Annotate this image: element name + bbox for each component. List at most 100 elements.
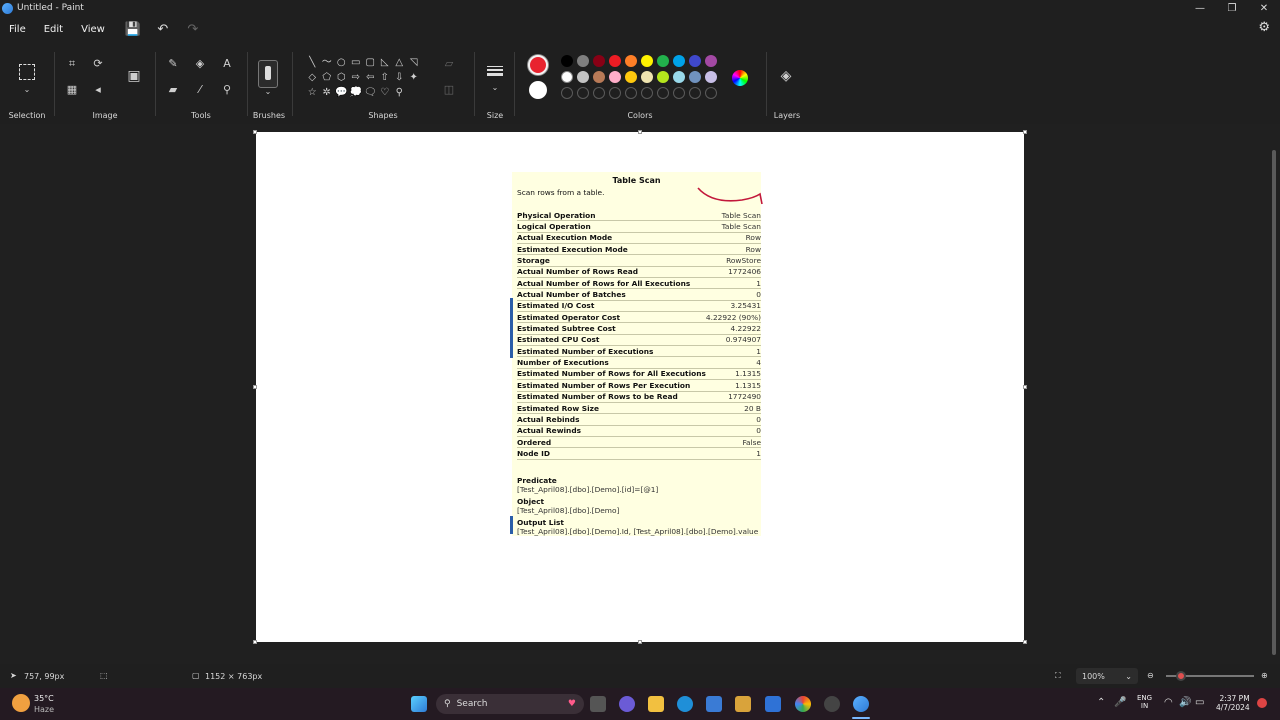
fit-to-window-icon[interactable]: ⛶ [1055, 671, 1061, 681]
rotate-icon[interactable]: ⟳ [91, 58, 105, 70]
selection-icon[interactable] [19, 64, 35, 80]
palette-color-swatch[interactable] [625, 71, 637, 83]
palette-color-swatch[interactable] [705, 55, 717, 67]
task-view-icon[interactable] [590, 696, 606, 712]
resize-handle[interactable] [638, 130, 642, 134]
redo-icon[interactable]: ↷ [178, 22, 208, 37]
chevron-down-icon[interactable]: ⌄ [20, 84, 34, 96]
resize-handle[interactable] [1023, 385, 1027, 389]
palette-color-swatch[interactable] [673, 71, 685, 83]
palette-color-swatch[interactable] [641, 71, 653, 83]
palette-color-swatch[interactable] [561, 71, 573, 83]
hexagon-shape-icon[interactable]: ⬡ [334, 71, 349, 84]
weather-temp[interactable]: 35°C [34, 694, 54, 703]
resize-handle[interactable] [253, 130, 257, 134]
four-point-star-shape-icon[interactable]: ✦ [407, 71, 422, 84]
secondary-color-swatch[interactable] [529, 81, 547, 99]
notification-badge-icon[interactable] [1257, 698, 1267, 708]
drawing-canvas[interactable]: Table Scan Scan rows from a table. Physi… [256, 132, 1024, 642]
volume-icon[interactable]: 🔊 [1179, 697, 1191, 708]
custom-color-empty-swatch[interactable] [657, 87, 669, 99]
minimize-button[interactable]: — [1184, 0, 1216, 16]
vertical-scrollbar[interactable] [1272, 150, 1276, 655]
text-icon[interactable]: A [220, 58, 234, 70]
palette-color-swatch[interactable] [593, 55, 605, 67]
palette-color-swatch[interactable] [625, 55, 637, 67]
chat-icon[interactable] [619, 696, 635, 712]
custom-color-empty-swatch[interactable] [625, 87, 637, 99]
rounded-rectangle-shape-icon[interactable]: ▢ [363, 56, 378, 69]
right-triangle-shape-icon[interactable]: ◹ [407, 56, 422, 69]
custom-color-empty-swatch[interactable] [641, 87, 653, 99]
wifi-icon[interactable]: ◠ [1164, 697, 1173, 708]
rectangle-shape-icon[interactable]: ▭ [349, 56, 364, 69]
settings-gear-icon[interactable]: ⚙ [1258, 20, 1270, 35]
palette-color-swatch[interactable] [593, 71, 605, 83]
five-point-star-shape-icon[interactable]: ☆ [305, 86, 320, 99]
custom-color-empty-swatch[interactable] [609, 87, 621, 99]
start-icon[interactable] [411, 696, 427, 712]
chrome-icon[interactable] [795, 696, 811, 712]
custom-color-empty-swatch[interactable] [561, 87, 573, 99]
menu-view[interactable]: View [72, 24, 114, 35]
line-shape-icon[interactable]: ╲ [305, 56, 320, 69]
pentagon-shape-icon[interactable]: ⬠ [320, 71, 335, 84]
palette-color-swatch[interactable] [689, 55, 701, 67]
zoom-out-icon[interactable]: ⊖ [1147, 671, 1154, 680]
six-point-star-shape-icon[interactable]: ✲ [320, 86, 335, 99]
zoom-slider[interactable] [1166, 671, 1254, 681]
menu-edit[interactable]: Edit [35, 24, 72, 35]
resize-icon[interactable]: ▦ [65, 84, 79, 96]
chevron-up-icon[interactable]: ⌃ [1097, 697, 1105, 708]
rect-callout-shape-icon[interactable]: 💬 [334, 86, 349, 99]
magnifier-icon[interactable]: ⚲ [220, 84, 234, 96]
palette-color-swatch[interactable] [689, 71, 701, 83]
right-arrow-shape-icon[interactable]: ⇨ [349, 71, 364, 84]
palette-color-swatch[interactable] [657, 55, 669, 67]
palette-color-swatch[interactable] [641, 55, 653, 67]
oval-shape-icon[interactable]: ○ [334, 56, 349, 69]
resize-handle[interactable] [253, 640, 257, 644]
edit-colors-icon[interactable] [732, 70, 748, 86]
palette-color-swatch[interactable] [577, 55, 589, 67]
line-size-icon[interactable] [487, 66, 503, 76]
polygon-shape-icon[interactable]: ◺ [378, 56, 393, 69]
palette-color-swatch[interactable] [673, 55, 685, 67]
pencil-icon[interactable]: ✎ [166, 58, 180, 70]
up-arrow-shape-icon[interactable]: ⇧ [378, 71, 393, 84]
custom-color-empty-swatch[interactable] [689, 87, 701, 99]
zoom-in-icon[interactable]: ⊕ [1261, 671, 1268, 680]
palette-color-swatch[interactable] [705, 71, 717, 83]
custom-color-empty-swatch[interactable] [673, 87, 685, 99]
resize-handle[interactable] [1023, 130, 1027, 134]
menu-file[interactable]: File [0, 24, 35, 35]
crop-icon[interactable]: ⌗ [65, 58, 79, 70]
zoom-dropdown[interactable]: 100% ⌄ [1076, 668, 1138, 684]
language-indicator[interactable]: ENG IN [1137, 694, 1152, 710]
image-remove-background-icon[interactable]: ▣ [127, 69, 141, 83]
zoom-slider-thumb[interactable] [1176, 671, 1186, 681]
store-icon[interactable] [706, 696, 722, 712]
triangle-shape-icon[interactable]: △ [392, 56, 407, 69]
down-arrow-shape-icon[interactable]: ⇩ [392, 71, 407, 84]
taskbar-search[interactable]: ⚲ Search ♥ [436, 694, 584, 714]
oval-callout-shape-icon[interactable]: 💭 [349, 86, 364, 99]
shape-fill-icon[interactable]: ◫ [442, 84, 456, 96]
weather-icon[interactable] [12, 694, 30, 712]
edge-icon[interactable] [677, 696, 693, 712]
chevron-down-icon[interactable]: ⌄ [488, 82, 502, 94]
custom-color-empty-swatch[interactable] [577, 87, 589, 99]
file-explorer-icon[interactable] [648, 696, 664, 712]
heart-shape-icon[interactable]: ♡ [378, 86, 393, 99]
primary-color-swatch[interactable] [528, 55, 548, 75]
outline-icon[interactable]: ▱ [442, 58, 456, 70]
palette-color-swatch[interactable] [609, 55, 621, 67]
cloud-callout-shape-icon[interactable]: 🗨 [363, 86, 378, 99]
restore-button[interactable]: ❐ [1216, 0, 1248, 16]
microphone-icon[interactable]: 🎤 [1114, 697, 1126, 708]
custom-color-empty-swatch[interactable] [705, 87, 717, 99]
battery-icon[interactable]: ▭ [1195, 697, 1204, 708]
palette-color-swatch[interactable] [657, 71, 669, 83]
paint-taskbar-icon[interactable] [853, 696, 869, 712]
save-icon[interactable]: 💾 [118, 22, 148, 37]
